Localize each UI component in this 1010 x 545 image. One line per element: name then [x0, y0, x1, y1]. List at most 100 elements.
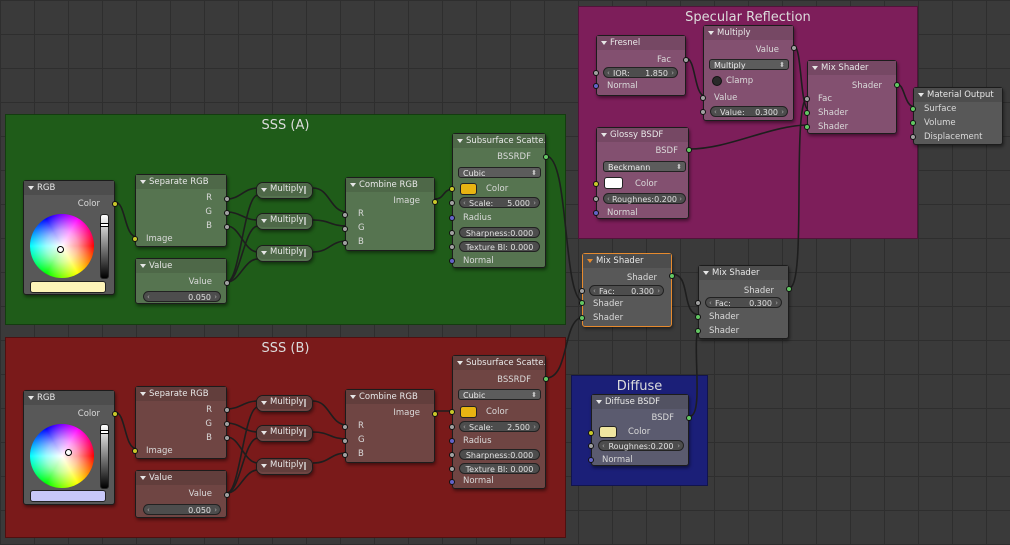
scale-field[interactable]: ‹ Scale: 5.000 ›	[459, 197, 540, 208]
multiply-node-a2[interactable]: Multiply	[256, 213, 313, 230]
color-input-socket[interactable]	[588, 430, 594, 436]
value-slider[interactable]	[100, 214, 109, 279]
node-header[interactable]: Separate RGB	[136, 175, 226, 189]
node-header[interactable]: Subsurface Scatte...	[453, 134, 545, 148]
normal-input-socket[interactable]	[593, 210, 599, 216]
color-swatch[interactable]	[604, 177, 623, 189]
normal-input-socket[interactable]	[449, 258, 455, 264]
bssrdf-output-socket[interactable]	[543, 154, 549, 160]
node-header[interactable]: Multiply	[257, 396, 312, 409]
normal-input-socket[interactable]	[588, 457, 594, 463]
sharpness-input-socket[interactable]	[449, 452, 455, 458]
sharpness-field[interactable]: Sharpness:0.000	[459, 227, 540, 238]
color-input-socket[interactable]	[449, 409, 455, 415]
node-header[interactable]: Mix Shader	[699, 266, 788, 280]
mix-shader-node-right[interactable]: Mix Shader Shader ‹ Fac: 0.300 › Shader Sha…	[695, 265, 792, 339]
b-input-socket[interactable]	[342, 452, 348, 458]
image-output-socket[interactable]	[432, 411, 438, 417]
node-header[interactable]: Fresnel	[597, 36, 685, 50]
color-swatch[interactable]	[460, 183, 477, 195]
node-header[interactable]: Combine RGB	[346, 178, 434, 192]
rgb-node-b[interactable]: RGB Color	[23, 390, 118, 505]
fac-field[interactable]: ‹ Fac: 0.300 ›	[705, 297, 782, 308]
r-input-socket[interactable]	[342, 424, 348, 430]
color-wheel[interactable]	[30, 424, 94, 488]
color-preview-swatch[interactable]	[30, 490, 106, 502]
color-swatch[interactable]	[599, 426, 617, 438]
g-input-socket[interactable]	[342, 438, 348, 444]
multiply-node-b2[interactable]: Multiply	[256, 425, 313, 442]
node-header[interactable]: RGB	[24, 391, 114, 405]
texture-blur-input-socket[interactable]	[449, 466, 455, 472]
node-header[interactable]: Multiply	[257, 214, 312, 227]
clamp-checkbox[interactable]	[712, 76, 722, 86]
value-node-a[interactable]: Value Value ‹ 0.050 ›	[135, 258, 230, 304]
sharpness-field[interactable]: Sharpness:0.000	[459, 449, 540, 460]
r-output-socket[interactable]	[224, 196, 230, 202]
node-header[interactable]: Subsurface Scatte...	[453, 356, 545, 370]
scale-field[interactable]: ‹ Scale: 2.500 ›	[459, 421, 540, 432]
node-header[interactable]: Multiply	[257, 426, 312, 439]
fac-output-socket[interactable]	[683, 57, 689, 63]
bsdf-output-socket[interactable]	[686, 415, 692, 421]
value-field[interactable]: ‹ 0.050 ›	[143, 291, 221, 302]
node-header[interactable]: Multiply	[257, 246, 312, 259]
value-node-b[interactable]: Value Value ‹ 0.050 ›	[135, 470, 230, 518]
separate-rgb-node-b[interactable]: Separate RGB R G B Image	[132, 386, 230, 459]
shader-output-socket[interactable]	[894, 82, 900, 88]
multiply-math-node[interactable]: Multiply Value Multiply ⬍ Clamp Value ‹ Va…	[700, 25, 797, 121]
radius-input-socket[interactable]	[449, 215, 455, 221]
value-slider[interactable]	[100, 424, 109, 489]
texture-blur-field[interactable]: Texture Bl: 0.000	[459, 241, 540, 252]
g-output-socket[interactable]	[224, 210, 230, 216]
fresnel-node[interactable]: Fresnel Fac ‹ IOR: 1.850 › Normal	[593, 35, 689, 96]
roughness-input-socket[interactable]	[588, 443, 594, 449]
volume-input-socket[interactable]	[910, 120, 916, 126]
shader-input-socket-2[interactable]	[804, 124, 810, 130]
falloff-dropdown[interactable]: Cubic ⬍	[458, 167, 541, 178]
node-header[interactable]: Separate RGB	[136, 387, 226, 401]
value-output-socket[interactable]	[224, 492, 230, 498]
mix-shader-node-specular[interactable]: Mix Shader Shader Fac Shader Shader	[804, 60, 900, 134]
roughness-field[interactable]: ‹ Roughnes:0.200 ›	[598, 440, 684, 451]
subsurface-scattering-node-b[interactable]: Subsurface Scatte... BSSRDF Cubic ⬍ Color…	[449, 355, 549, 489]
node-header[interactable]: RGB	[24, 181, 114, 195]
normal-input-socket[interactable]	[593, 83, 599, 89]
node-header[interactable]: Combine RGB	[346, 390, 434, 404]
ior-field[interactable]: ‹ IOR: 1.850 ›	[603, 67, 678, 78]
node-header[interactable]: Material Output	[914, 88, 1002, 102]
operation-dropdown[interactable]: Multiply ⬍	[709, 59, 789, 70]
diffuse-bsdf-node[interactable]: Diffuse BSDF BSDF Color ‹ Roughnes:0.200 ›…	[588, 394, 692, 466]
roughness-field[interactable]: ‹ Roughnes:0.200 ›	[603, 193, 686, 204]
bsdf-output-socket[interactable]	[686, 147, 692, 153]
image-input-socket[interactable]	[132, 448, 138, 454]
color-wheel[interactable]	[30, 214, 94, 278]
bssrdf-output-socket[interactable]	[543, 376, 549, 382]
displacement-input-socket[interactable]	[910, 134, 916, 140]
shader-input-socket-2[interactable]	[695, 328, 701, 334]
g-input-socket[interactable]	[342, 226, 348, 232]
color-input-socket[interactable]	[593, 181, 599, 187]
rgb-node-a[interactable]: RGB Color	[23, 180, 118, 295]
mix-shader-node-center[interactable]: Mix Shader Shader ‹ Fac: 0.300 › Shader Sha…	[579, 253, 675, 327]
texture-blur-field[interactable]: Texture Bl: 0.000	[459, 463, 540, 474]
fac-input-socket[interactable]	[579, 288, 585, 294]
node-header[interactable]: Multiply	[257, 183, 312, 196]
node-header[interactable]: Multiply	[704, 26, 793, 40]
node-header[interactable]: Mix Shader	[808, 61, 896, 75]
b-output-socket[interactable]	[224, 435, 230, 441]
multiply-node-b1[interactable]: Multiply	[256, 395, 313, 412]
fac-field[interactable]: ‹ Fac: 0.300 ›	[589, 285, 664, 296]
node-header[interactable]: Value	[136, 259, 226, 273]
fac-input-socket[interactable]	[804, 96, 810, 102]
roughness-input-socket[interactable]	[593, 196, 599, 202]
scale-input-socket[interactable]	[449, 424, 455, 430]
color-input-socket[interactable]	[449, 186, 455, 192]
g-output-socket[interactable]	[224, 421, 230, 427]
ior-input-socket[interactable]	[593, 70, 599, 76]
node-header[interactable]: Mix Shader	[583, 254, 671, 268]
surface-input-socket[interactable]	[910, 106, 916, 112]
shader-input-socket-1[interactable]	[695, 314, 701, 320]
b-output-socket[interactable]	[224, 224, 230, 230]
sharpness-input-socket[interactable]	[449, 230, 455, 236]
